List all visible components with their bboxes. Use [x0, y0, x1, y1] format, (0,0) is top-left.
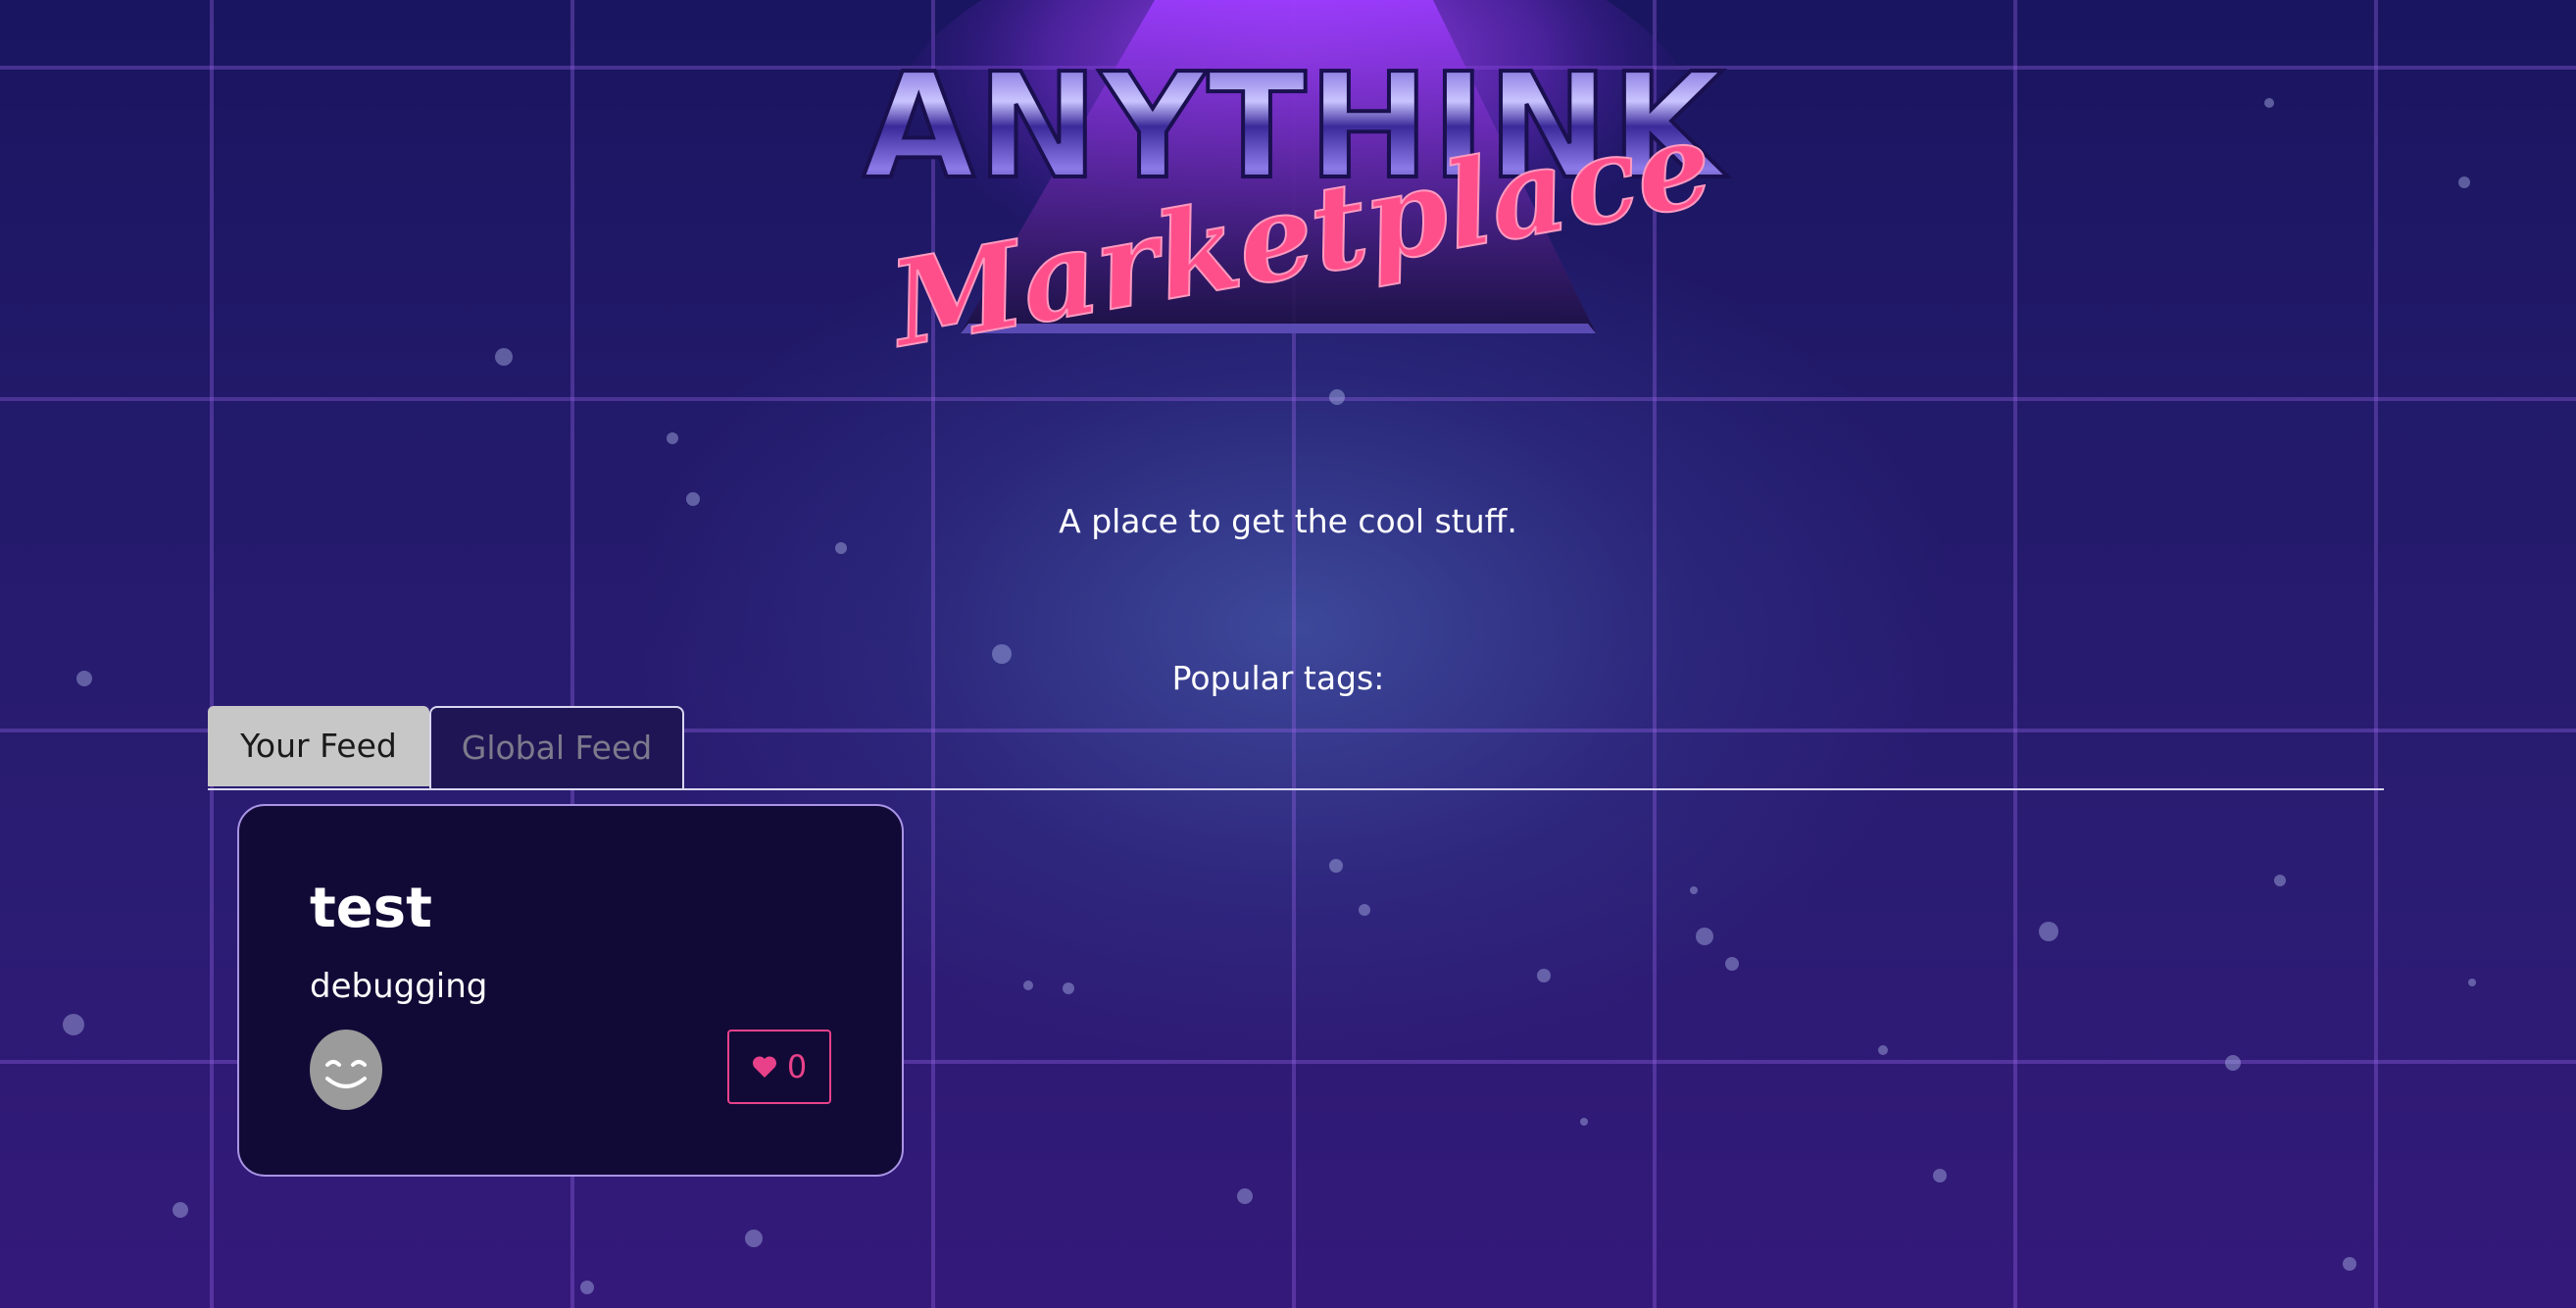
item-title[interactable]: test	[310, 877, 432, 940]
heart-icon	[752, 1055, 777, 1079]
feed-tabs: Your Feed Global Feed	[208, 706, 2384, 790]
tab-global-feed[interactable]: Global Feed	[429, 706, 684, 788]
popular-tags-heading: Popular tags:	[1171, 659, 1385, 697]
item-card[interactable]: test debugging 0	[237, 804, 904, 1177]
item-description: debugging	[310, 967, 488, 1006]
tagline: A place to get the cool stuff.	[1059, 502, 1517, 540]
favorite-count: 0	[786, 1048, 808, 1085]
favorite-button[interactable]: 0	[727, 1030, 831, 1104]
smiley-face-icon[interactable]	[310, 1030, 382, 1110]
anythink-marketplace-logo[interactable]: ANYTHINK Marketplace	[833, 0, 1755, 373]
tab-your-feed[interactable]: Your Feed	[208, 706, 429, 786]
